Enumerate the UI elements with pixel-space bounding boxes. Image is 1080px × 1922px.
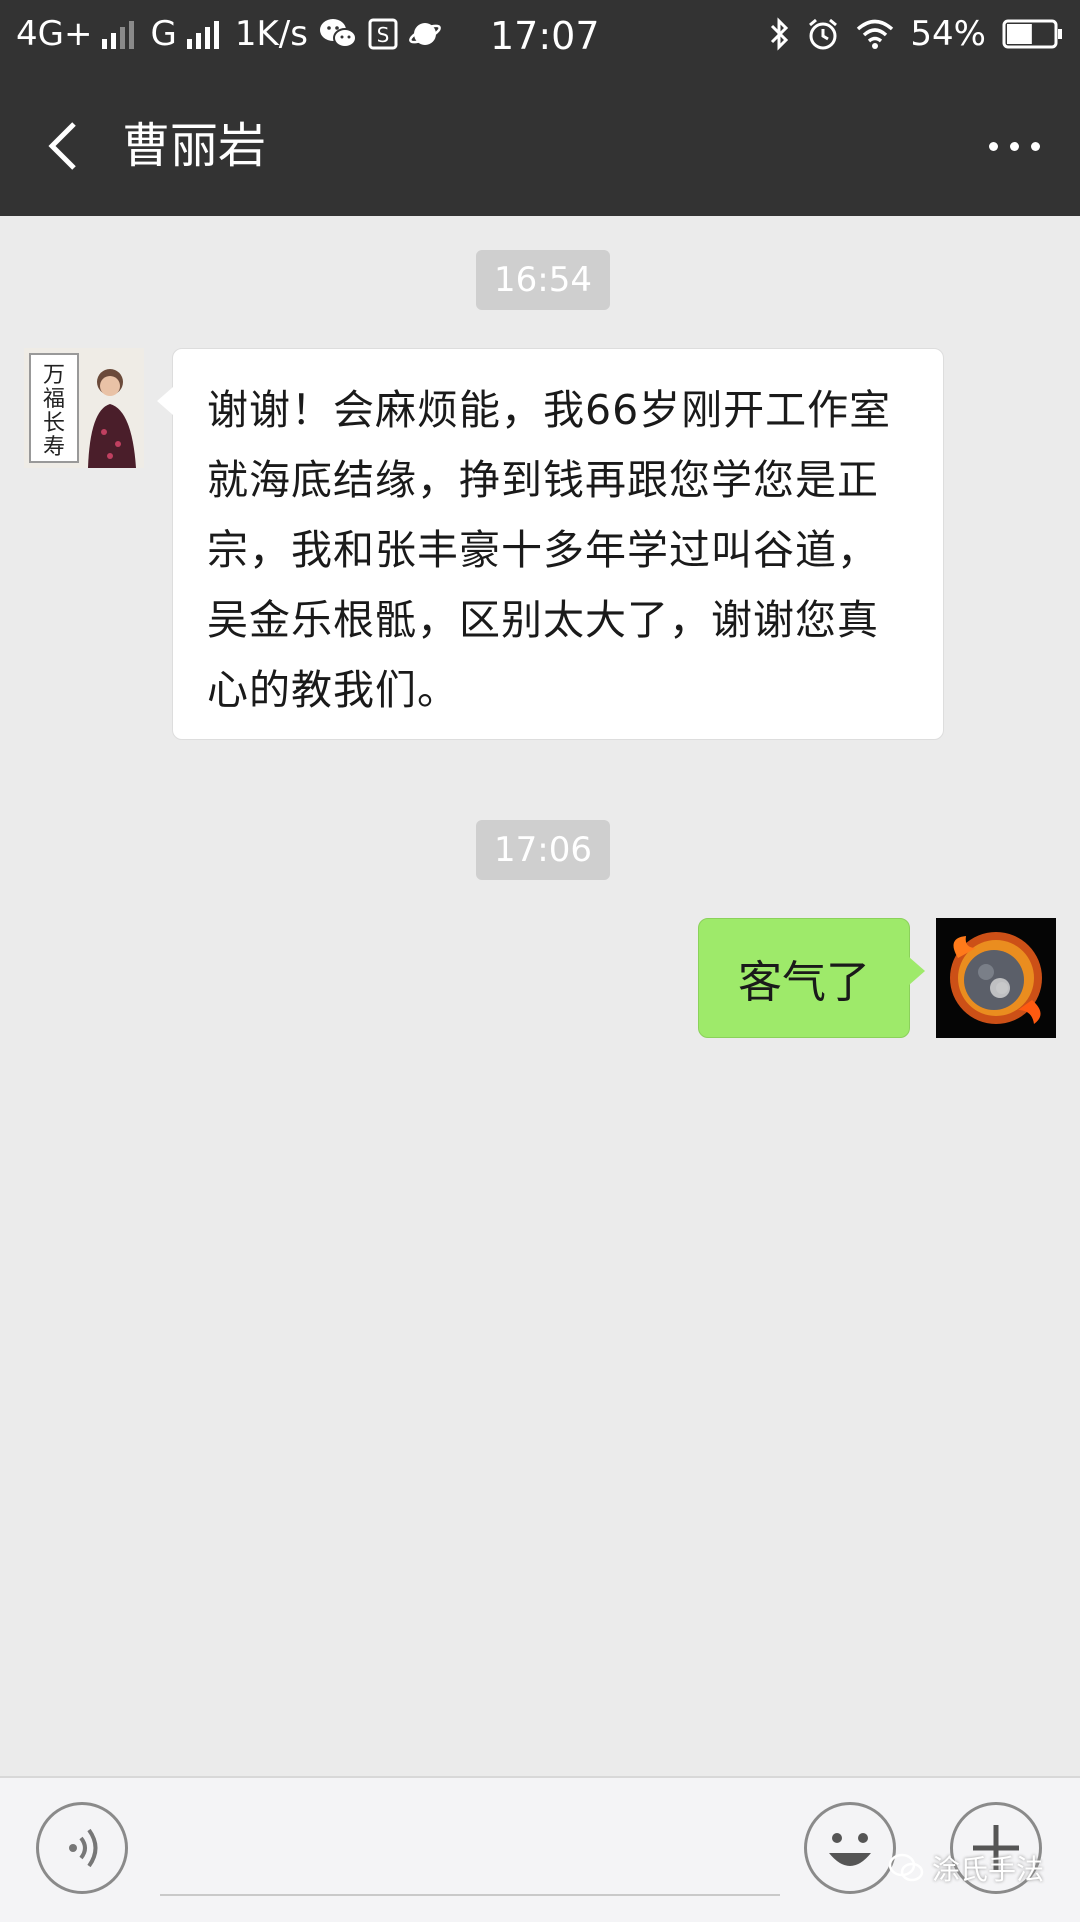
bluetooth-icon	[771, 17, 789, 51]
emoji-icon[interactable]	[804, 1802, 896, 1894]
input-bar: 涂氏手法	[0, 1776, 1080, 1922]
svg-text:S: S	[377, 23, 390, 47]
network-type-primary: 4G+	[16, 14, 93, 54]
chevron-left-icon[interactable]	[40, 116, 100, 176]
network-type-secondary: G	[150, 14, 177, 54]
watermark-text: 涂氏手法	[931, 1853, 1044, 1886]
sent-message-text: 客气了	[738, 957, 870, 1008]
battery-icon	[1002, 19, 1062, 49]
status-left: 4G+ G 1K/s S	[16, 14, 442, 54]
wechat-watermark-icon	[888, 1853, 924, 1882]
contact-avatar[interactable]: 万 福 长 寿	[24, 348, 144, 468]
s-app-icon: S	[368, 18, 398, 50]
more-dots-icon[interactable]	[970, 126, 1040, 166]
status-bar: 4G+ G 1K/s S 17:07 54%	[0, 0, 1080, 76]
watermark: 涂氏手法	[888, 1848, 1044, 1888]
signal-strength-icon	[102, 19, 135, 49]
alarm-icon	[809, 18, 838, 50]
received-message-text: 谢谢！会麻烦能，我66岁刚开工作室就海底结缘，挣到钱再跟您学您是正宗，我和张丰豪…	[207, 386, 892, 714]
sent-message-bubble[interactable]: 客气了	[698, 918, 925, 1038]
status-time: 17:07	[490, 14, 600, 58]
emoji-icon-glyph	[829, 1833, 871, 1866]
contact-avatar-image: 万 福 长 寿	[24, 348, 144, 468]
message-input[interactable]	[160, 1894, 780, 1896]
chat-header: 曹丽岩	[0, 76, 1080, 216]
chat-title: 曹丽岩	[122, 118, 267, 174]
battery-percent: 54%	[910, 14, 986, 54]
svg-text:万: 万	[43, 363, 65, 388]
svg-text:福: 福	[43, 387, 65, 412]
status-right: 54%	[768, 14, 1064, 54]
voice-icon-glyph	[69, 1828, 98, 1868]
chat-area[interactable]: 16:54 万 福 长 寿 谢谢！会麻烦能，我66岁刚开工作室就海底结缘，挣到钱…	[0, 216, 1080, 1776]
time-divider: 17:06	[476, 820, 610, 880]
my-avatar[interactable]	[936, 918, 1056, 1038]
time-divider: 16:54	[476, 250, 610, 310]
svg-text:长: 长	[43, 411, 65, 436]
signal-strength-icon-2	[186, 19, 219, 49]
network-speed: 1K/s	[234, 14, 308, 54]
voice-icon[interactable]	[36, 1802, 128, 1894]
my-avatar-image	[936, 918, 1056, 1038]
received-message-bubble[interactable]: 谢谢！会麻烦能，我66岁刚开工作室就海底结缘，挣到钱再跟您学您是正宗，我和张丰豪…	[157, 348, 944, 740]
svg-text:寿: 寿	[43, 435, 65, 460]
wechat-icon	[319, 19, 357, 48]
wifi-icon	[857, 19, 894, 49]
planet-icon	[409, 23, 441, 45]
